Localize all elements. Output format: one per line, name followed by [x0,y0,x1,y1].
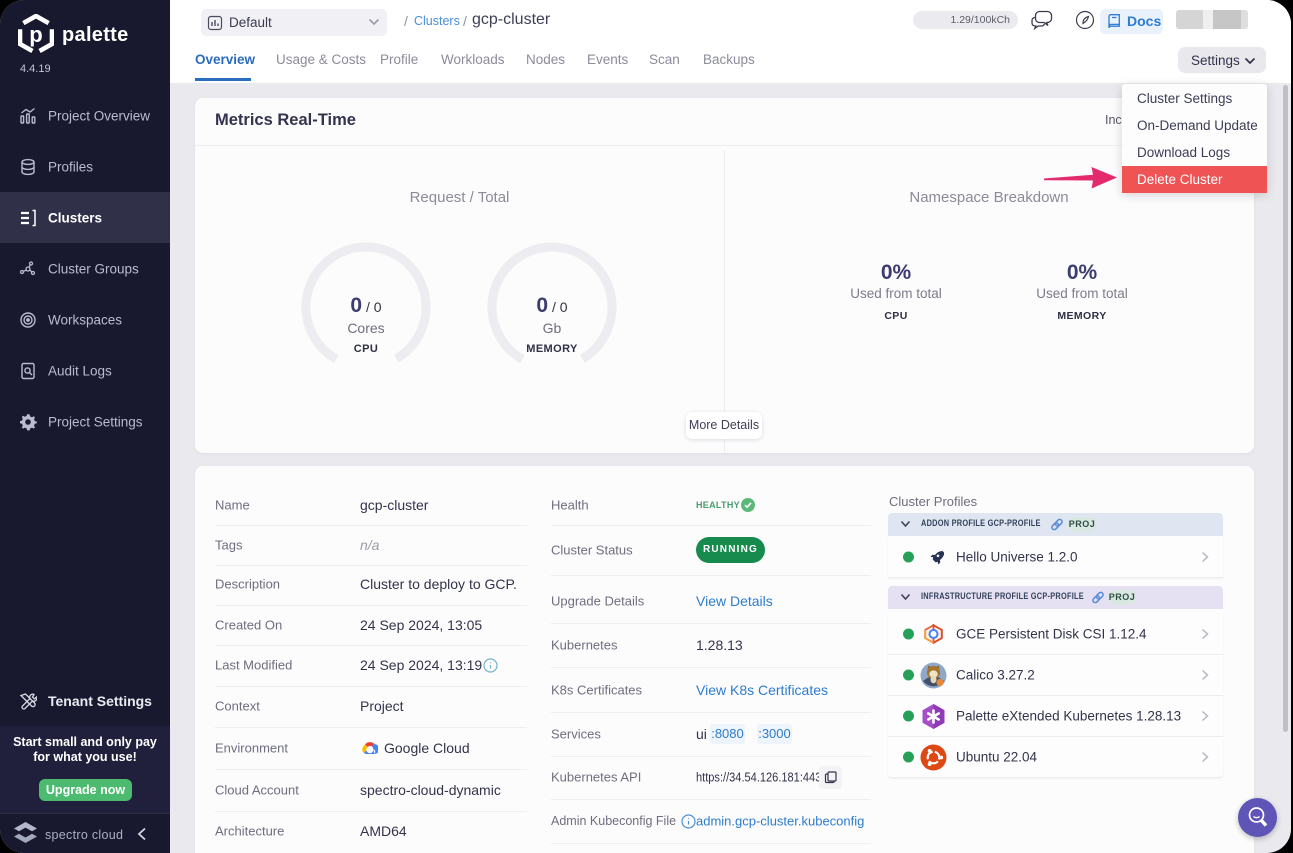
svg-text:p: p [29,22,42,47]
